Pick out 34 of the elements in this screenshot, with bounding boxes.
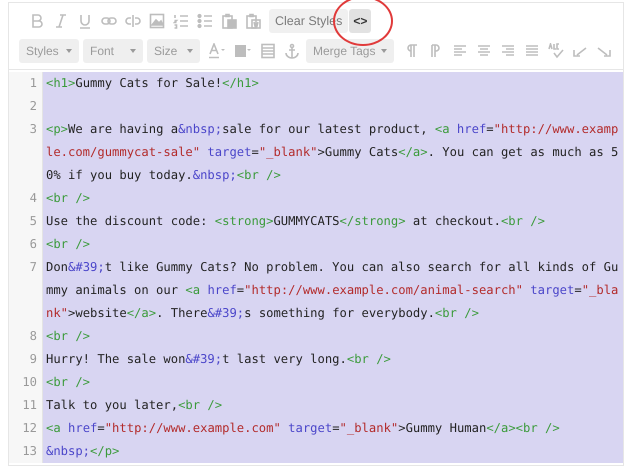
- code-line: nk">website</a>. There&#39;s something for everybody.<br />: [46, 305, 479, 322]
- line-number: 4: [30, 190, 37, 208]
- line-number: 2: [30, 98, 37, 116]
- line-number: 11: [22, 397, 37, 414]
- line-number: 9: [30, 351, 37, 368]
- line-number: 10: [22, 374, 37, 392]
- line-number: 7: [30, 259, 37, 276]
- code-line: &nbsp;</p>: [46, 443, 120, 460]
- line-number: 8: [30, 328, 37, 346]
- line-number: 1: [30, 75, 37, 92]
- source-code-button[interactable]: <>: [349, 9, 372, 33]
- code-line: <br />: [46, 190, 90, 208]
- line-number: 12: [22, 420, 37, 438]
- code-line: Use the discount code: <strong>GUMMYCATS</strong> at checkout.<br />: [46, 213, 545, 230]
- line-number: 3: [30, 121, 37, 138]
- code-line: <p>We are having a&nbsp;sale for our latest product, <a href="http://www.examp: [46, 121, 618, 138]
- line-number: 5: [30, 213, 37, 230]
- caret-icon: [66, 49, 72, 53]
- code-line: <br />: [46, 236, 90, 254]
- code-line: Hurry! The sale won&#39;t last very long.<br />: [46, 351, 391, 368]
- code-line: mmy animals on our <a href="http://www.example.com/animal-search" target="_bla: [46, 282, 618, 300]
- caret-icon: [187, 49, 193, 53]
- code-line: Don&#39;t like Gummy Cats? No problem. You can also search for all kinds of Gu: [46, 259, 618, 276]
- line-number: 6: [30, 236, 37, 254]
- code-line: le.com/gummycat-sale" target="_blank">Gummy Cats</a>. You can get as much as 5: [46, 144, 618, 162]
- code-line: <h1>Gummy Cats for Sale!</h1>: [46, 75, 259, 92]
- code-line: Talk to you later,<br />: [46, 397, 222, 414]
- code-line: <br />: [46, 328, 90, 346]
- code-line: <a href="http://www.example.com" target="_blank">Gummy Human</a><br />: [46, 420, 560, 438]
- caret-icon: [130, 49, 136, 53]
- code-line: 0% if you buy today.&nbsp;<br />: [46, 167, 281, 184]
- line-number: 13: [22, 443, 37, 460]
- caret-icon: [381, 49, 387, 53]
- code-line: <br />: [46, 374, 90, 392]
